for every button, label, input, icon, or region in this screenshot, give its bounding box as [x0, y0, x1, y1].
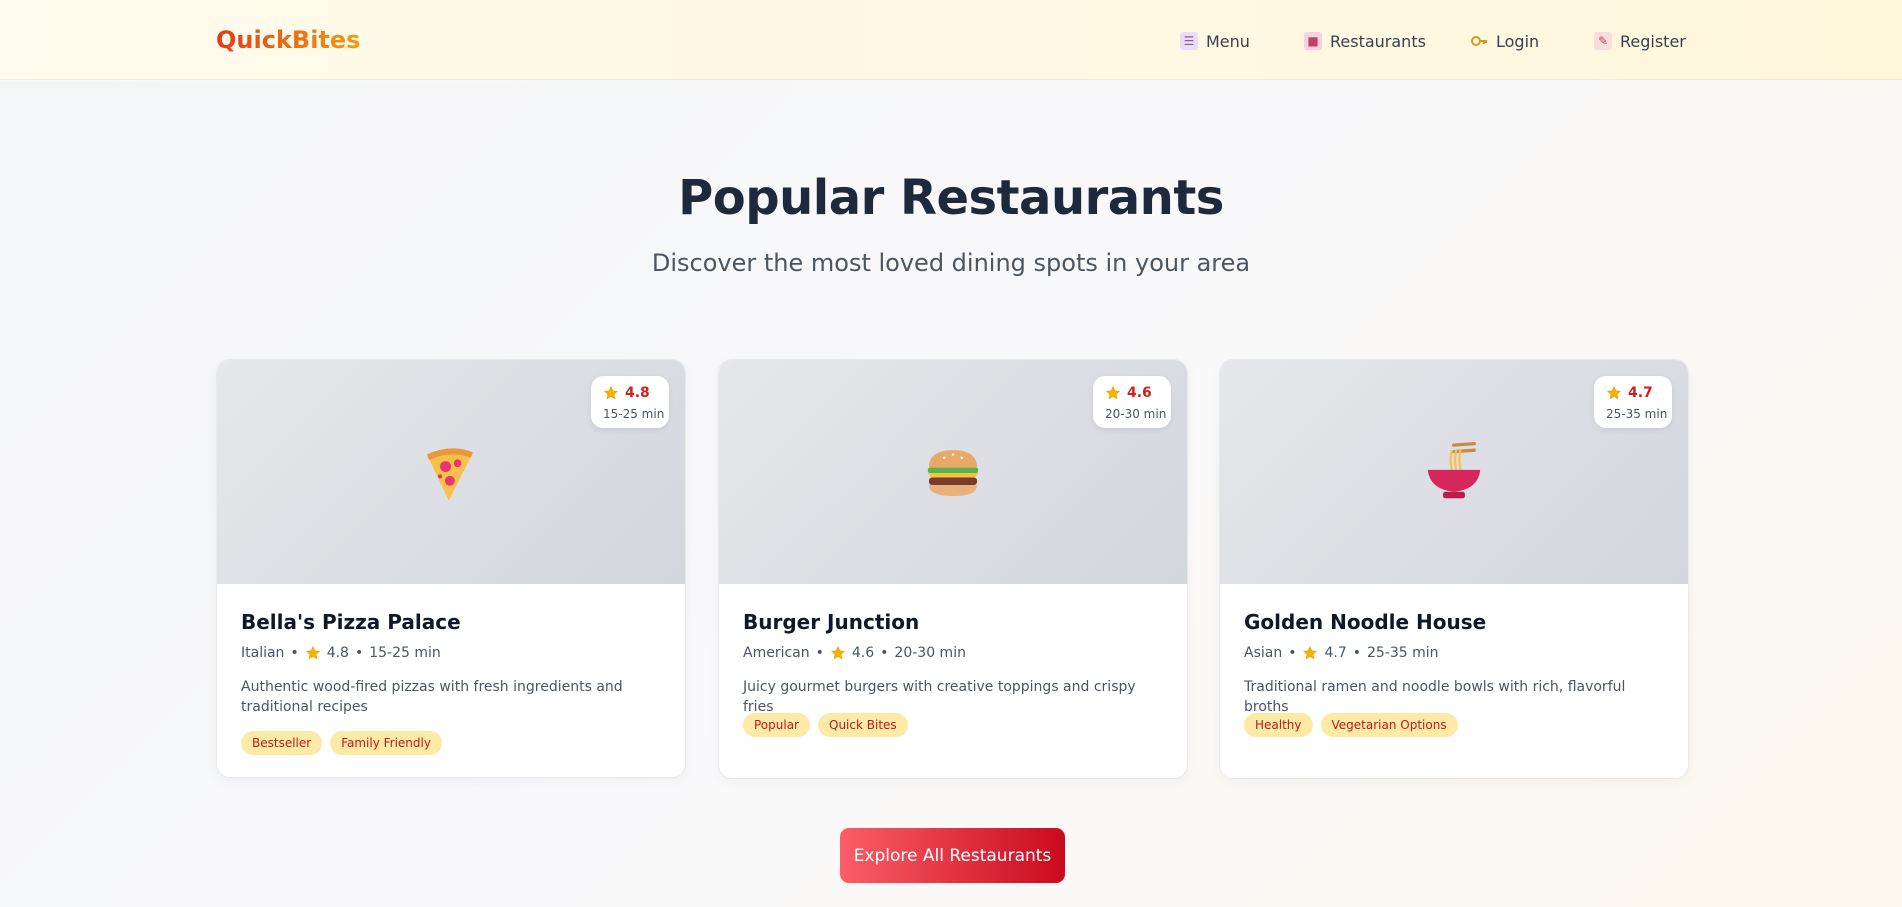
- rating-badge: 4.6 20-30 min: [1093, 376, 1171, 428]
- star-icon: [1105, 385, 1121, 401]
- restaurant-image: 4.8 15-25 min: [217, 360, 685, 584]
- restaurant-image: 4.7 25-35 min: [1220, 360, 1688, 584]
- memo-icon: ✎: [1594, 32, 1612, 50]
- badge-delivery-time: 15-25 min: [603, 407, 665, 421]
- tag: Healthy: [1244, 713, 1313, 737]
- meta-time: 20-30 min: [894, 645, 966, 661]
- tag: Vegetarian Options: [1320, 713, 1458, 737]
- tag-list: Popular Quick Bites: [743, 713, 908, 737]
- meta-time: 25-35 min: [1367, 645, 1439, 661]
- star-icon: [1302, 645, 1318, 661]
- star-icon: [830, 645, 846, 661]
- top-navbar: QuickBites ☰ Menu ■ Restaurants Login ✎ …: [0, 0, 1902, 80]
- meta-time: 15-25 min: [369, 645, 441, 661]
- badge-rating: 4.8: [625, 385, 650, 401]
- star-icon: [305, 645, 321, 661]
- nav-register-link[interactable]: ✎ Register: [1594, 29, 1686, 53]
- badge-rating: 4.6: [1127, 385, 1152, 401]
- restaurant-name: Bella's Pizza Palace: [241, 610, 461, 634]
- meta-separator: •: [290, 645, 299, 661]
- tag: Family Friendly: [330, 731, 442, 755]
- pizza-icon: [426, 448, 473, 501]
- menu-book-icon: ☰: [1180, 32, 1198, 50]
- tag: Bestseller: [241, 731, 323, 755]
- meta-separator: •: [354, 645, 364, 661]
- badge-delivery-time: 25-35 min: [1606, 407, 1668, 421]
- tag-list: Bestseller Family Friendly: [241, 731, 442, 755]
- tag-list: Healthy Vegetarian Options: [1244, 713, 1458, 737]
- cuisine-label: Italian: [241, 645, 285, 661]
- restaurant-image: 4.6 20-30 min: [719, 360, 1187, 584]
- nav-login-label: Login: [1496, 31, 1540, 51]
- restaurant-description: Juicy gourmet burgers with creative topp…: [743, 679, 1136, 715]
- restaurant-meta: American • 4.6 • 20-30 min: [743, 645, 966, 661]
- explore-all-restaurants-button[interactable]: Explore All Restaurants: [840, 828, 1065, 883]
- restaurant-name: Burger Junction: [743, 610, 920, 634]
- restaurant-meta: Asian • 4.7 • 25-35 min: [1244, 645, 1439, 661]
- restaurant-card[interactable]: 4.8 15-25 min Bella's Pizza Palace Itali…: [216, 359, 686, 778]
- meta-rating: 4.6: [851, 645, 875, 661]
- badge-rating: 4.7: [1628, 385, 1653, 401]
- meta-rating: 4.8: [326, 645, 349, 661]
- restaurant-description: Authentic wood-fired pizzas with fresh i…: [241, 679, 623, 715]
- brand-logo[interactable]: QuickBites: [216, 26, 360, 54]
- star-icon: [603, 385, 619, 401]
- meta-separator: •: [1352, 645, 1362, 661]
- meta-separator: •: [815, 645, 824, 661]
- nav-register-label: Register: [1620, 31, 1686, 51]
- rating-badge: 4.8 15-25 min: [591, 376, 669, 428]
- restaurant-meta: Italian • 4.8 • 15-25 min: [241, 645, 441, 661]
- noodle-bowl-icon: [1427, 441, 1481, 499]
- storefront-icon: ■: [1304, 32, 1322, 50]
- key-icon: [1470, 32, 1488, 50]
- page-subtitle: Discover the most loved dining spots in …: [651, 249, 1251, 277]
- nav-menu-link[interactable]: ☰ Menu: [1180, 29, 1250, 53]
- tag: Popular: [743, 713, 810, 737]
- rating-badge: 4.7 25-35 min: [1594, 376, 1672, 428]
- meta-separator: •: [1288, 645, 1297, 661]
- nav-menu-label: Menu: [1206, 31, 1250, 51]
- star-icon: [1606, 385, 1622, 401]
- meta-separator: •: [880, 645, 889, 661]
- cuisine-label: Asian: [1244, 645, 1283, 661]
- restaurant-description: Traditional ramen and noodle bowls with …: [1244, 679, 1626, 715]
- restaurant-card[interactable]: 4.7 25-35 min Golden Noodle House Asian …: [1219, 359, 1689, 779]
- nav-restaurants-link[interactable]: ■ Restaurants: [1304, 29, 1426, 53]
- meta-rating: 4.7: [1324, 645, 1347, 661]
- restaurant-name: Golden Noodle House: [1244, 610, 1487, 634]
- page-title: Popular Restaurants: [678, 170, 1224, 226]
- nav-login-link[interactable]: Login: [1470, 29, 1539, 53]
- nav-restaurants-label: Restaurants: [1330, 31, 1426, 51]
- burger-icon: [927, 450, 979, 497]
- cuisine-label: American: [743, 645, 810, 661]
- badge-delivery-time: 20-30 min: [1105, 407, 1167, 421]
- restaurant-card[interactable]: 4.6 20-30 min Burger Junction American •…: [718, 359, 1188, 779]
- tag: Quick Bites: [818, 713, 908, 737]
